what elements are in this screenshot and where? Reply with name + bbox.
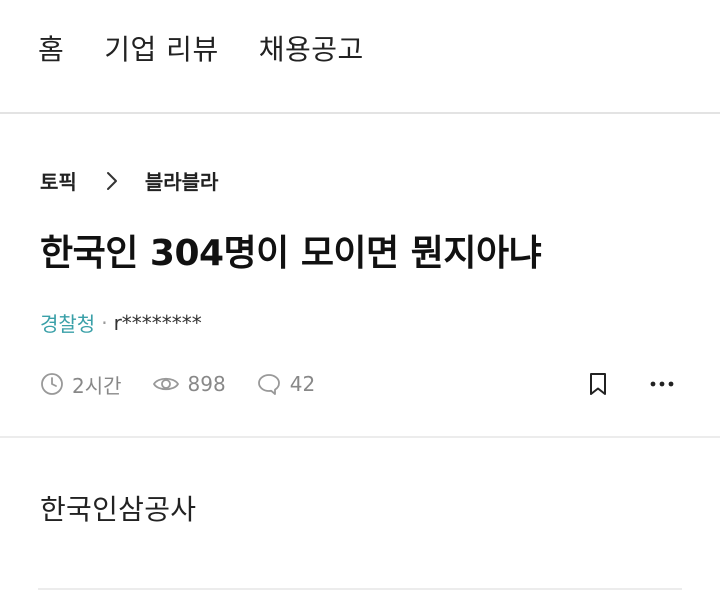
nav-item-jobs[interactable]: 채용공고	[259, 28, 364, 68]
breadcrumb-topic[interactable]: 토픽	[40, 166, 77, 195]
post-title: 한국인 304명이 모이면 뭔지아냐	[40, 233, 542, 274]
post-body: 한국인삼공사	[40, 493, 197, 526]
bookmark-button[interactable]	[580, 366, 616, 402]
nav-item-company-review[interactable]: 기업 리뷰	[104, 28, 218, 68]
breadcrumb-category[interactable]: 블라블라	[145, 166, 219, 195]
post-time: 2시간	[72, 373, 122, 398]
author-line: 경찰청 · r********	[40, 308, 202, 337]
body-divider	[38, 588, 682, 590]
more-button[interactable]	[644, 366, 680, 402]
stat-views: 898	[152, 372, 226, 396]
stat-time: 2시간	[40, 370, 122, 399]
comment-icon	[257, 374, 280, 395]
author-company[interactable]: 경찰청	[40, 308, 95, 337]
page: 홈 기업 리뷰 채용공고 토픽 블라블라 한국인 304명이 모이면 뭔지아냐 …	[0, 0, 720, 600]
content-divider	[0, 436, 720, 438]
view-count: 898	[187, 372, 226, 396]
nav-item-home[interactable]: 홈	[38, 28, 64, 68]
comment-count: 42	[289, 372, 316, 396]
author-nickname: r********	[113, 310, 202, 335]
eye-icon	[152, 377, 179, 391]
top-nav: 홈 기업 리뷰 채용공고	[0, 0, 720, 112]
nav-divider	[0, 112, 720, 114]
breadcrumb: 토픽 블라블라	[40, 166, 218, 195]
more-icon	[650, 381, 674, 387]
clock-icon	[41, 373, 63, 395]
stat-comments[interactable]: 42	[256, 372, 315, 396]
author-separator: ·	[101, 310, 108, 335]
bookmark-icon	[590, 373, 606, 395]
post-actions	[580, 366, 680, 402]
chevron-right-icon	[101, 170, 123, 192]
stats-row: 2시간 898 42	[40, 366, 680, 402]
